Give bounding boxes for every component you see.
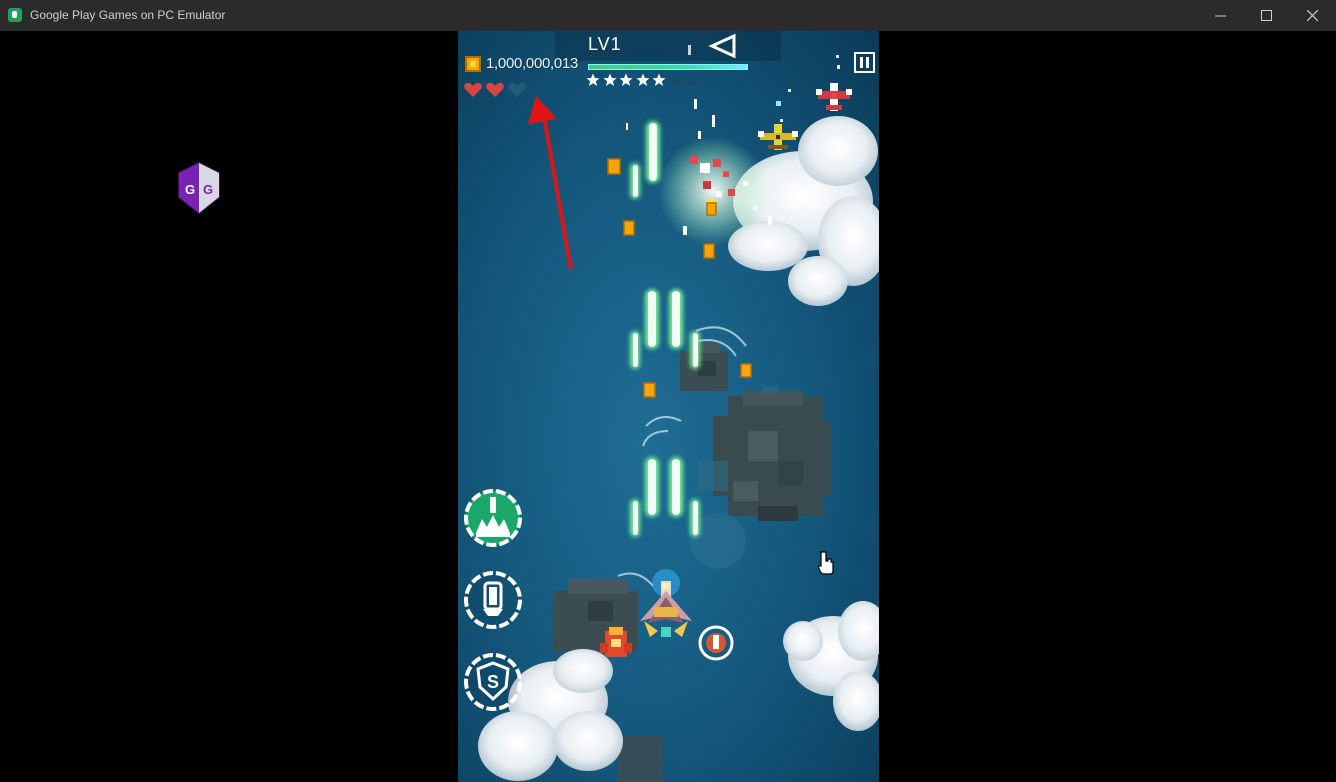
enemy-ship-red [816, 83, 852, 111]
shield-s-icon: S [464, 653, 522, 711]
window-titlebar[interactable]: Google Play Games on PC Emulator [0, 0, 1336, 31]
google-play-games-icon [8, 8, 22, 22]
star-empty-icon [669, 73, 683, 87]
level-progress-fill [589, 65, 747, 69]
star-filled-icon [619, 73, 633, 87]
enemy-ship-yellow [758, 124, 798, 150]
maximize-icon [1261, 10, 1272, 21]
shield-skill-button[interactable]: S [462, 651, 524, 713]
window-title: Google Play Games on PC Emulator [30, 8, 226, 22]
hand-cursor-icon [818, 551, 834, 575]
annotation-arrow [528, 96, 573, 270]
game-guardian-icon[interactable]: G G [177, 161, 221, 215]
explosion-glow [658, 136, 768, 246]
pause-button[interactable] [854, 52, 875, 73]
lives-hearts [464, 82, 530, 98]
minimize-icon [1215, 15, 1226, 17]
maximize-button[interactable] [1244, 0, 1290, 31]
asteroid-small [680, 343, 728, 391]
back-button[interactable] [706, 33, 742, 59]
gg-letter-right: G [203, 182, 213, 197]
coin-counter: 1,000,000,013 [486, 55, 579, 72]
missile-skill-button[interactable] [462, 569, 524, 631]
star-filled-icon [636, 73, 650, 87]
level-stars [586, 73, 702, 91]
gg-letter-left: G [185, 182, 195, 197]
missile-icon [464, 571, 522, 629]
star-filled-icon [603, 73, 617, 87]
star-empty-icon [685, 73, 699, 87]
close-button[interactable] [1290, 0, 1336, 31]
back-triangle-icon [708, 33, 736, 59]
emulator-viewport[interactable]: G G 1,000,000,013 LV1 S [0, 31, 1336, 782]
level-label: LV1 [588, 34, 622, 54]
close-icon [1307, 10, 1319, 22]
minimize-button[interactable] [1198, 0, 1244, 31]
bomb-skill-button[interactable] [462, 487, 524, 549]
cloud-bottom-right [783, 601, 879, 731]
player-ship [640, 569, 692, 637]
heart-full-icon [464, 82, 482, 98]
heart-empty-icon [508, 82, 526, 98]
star-filled-icon [586, 73, 600, 87]
star-filled-icon [652, 73, 666, 87]
wingman-right [698, 625, 734, 661]
game-screen[interactable]: 1,000,000,013 LV1 S [458, 31, 879, 782]
pause-icon [854, 52, 875, 73]
level-progress-bar [588, 64, 748, 70]
explosion-icon [464, 489, 522, 547]
heart-full-icon [486, 82, 504, 98]
shield-letter: S [487, 672, 499, 692]
asteroid-large [698, 386, 831, 521]
coin-icon [465, 56, 481, 72]
